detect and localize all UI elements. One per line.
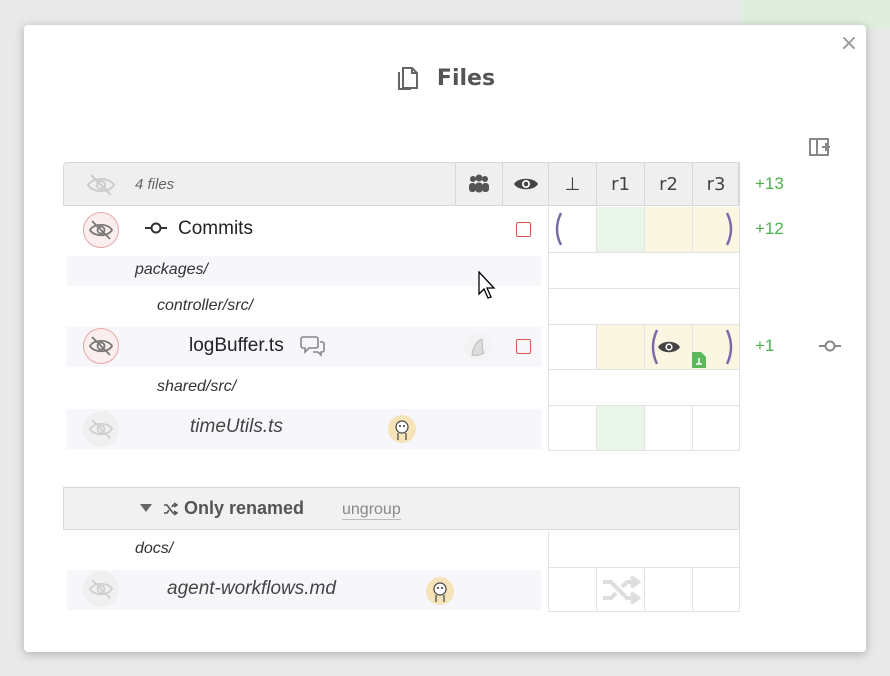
range-start-bracket bbox=[555, 212, 562, 246]
commits-r2-cell[interactable] bbox=[644, 207, 692, 253]
eye-off-icon bbox=[88, 419, 114, 439]
cursor-icon bbox=[478, 271, 496, 299]
logbuffer-changes: +1 bbox=[755, 336, 775, 355]
agent-r1-cell[interactable] bbox=[596, 568, 644, 612]
timeutils-hide-button[interactable] bbox=[83, 411, 119, 447]
viewed-column-header[interactable] bbox=[502, 162, 548, 206]
file-agent-workflows[interactable]: agent-workflows.md bbox=[167, 578, 336, 600]
total-changes: +13 bbox=[755, 174, 784, 193]
commits-label[interactable]: Commits bbox=[178, 218, 253, 240]
agent-r3-cell[interactable] bbox=[692, 568, 740, 612]
users-icon bbox=[469, 174, 489, 193]
dialog-title: Files bbox=[436, 65, 496, 91]
column-base[interactable]: ⊥ bbox=[548, 162, 596, 206]
logbuffer-viewed-checkbox[interactable] bbox=[516, 339, 531, 354]
file-timeutils[interactable]: timeUtils.ts bbox=[190, 416, 283, 438]
dir-controller-cells bbox=[548, 289, 740, 325]
dir-shared-cells bbox=[548, 370, 740, 406]
base-file-badge-icon bbox=[692, 352, 706, 368]
agent-hide-button[interactable] bbox=[83, 571, 119, 607]
timeutils-r1-cell[interactable] bbox=[596, 406, 644, 451]
eye-icon bbox=[513, 178, 538, 190]
commits-r1-cell[interactable] bbox=[596, 207, 644, 253]
agent-base-cell[interactable] bbox=[548, 568, 596, 612]
dir-controller-src[interactable]: controller/src/ bbox=[157, 297, 253, 315]
dir-packages-cells bbox=[548, 253, 740, 289]
eye-off-icon bbox=[88, 220, 114, 240]
dialog-header: Files bbox=[0, 64, 890, 96]
caret-down-icon[interactable] bbox=[139, 503, 153, 513]
file-row-bg bbox=[67, 409, 541, 449]
range-end-bracket bbox=[726, 329, 733, 365]
close-icon[interactable]: × bbox=[838, 31, 860, 57]
reviewer-avatar[interactable] bbox=[426, 577, 454, 605]
dir-docs[interactable]: docs/ bbox=[135, 540, 173, 558]
shuffle-icon bbox=[164, 502, 178, 516]
reviewers-column-header[interactable] bbox=[455, 162, 502, 206]
column-r3[interactable]: r3 bbox=[692, 162, 740, 206]
timeutils-base-cell[interactable] bbox=[548, 406, 596, 451]
ungroup-link[interactable]: ungroup bbox=[342, 501, 401, 520]
shuffle-icon bbox=[603, 575, 641, 605]
dir-shared-src[interactable]: shared/src/ bbox=[157, 378, 236, 396]
eye-icon bbox=[658, 341, 680, 353]
group-label: Only renamed bbox=[184, 498, 305, 518]
range-end-bracket bbox=[726, 212, 733, 246]
commits-changes: +12 bbox=[755, 219, 784, 238]
timeutils-r2-cell[interactable] bbox=[644, 406, 692, 451]
logbuffer-hide-button[interactable] bbox=[83, 328, 119, 364]
column-r1[interactable]: r1 bbox=[596, 162, 644, 206]
logbuffer-r1-cell[interactable] bbox=[596, 325, 644, 370]
commits-viewed-checkbox[interactable] bbox=[516, 222, 531, 237]
file-copy-icon bbox=[397, 67, 418, 90]
comments-icon[interactable] bbox=[300, 334, 326, 358]
files-count: 4 files bbox=[135, 176, 175, 193]
commit-icon[interactable] bbox=[818, 338, 842, 354]
split-panel-icon[interactable] bbox=[808, 136, 832, 158]
file-logbuffer[interactable]: logBuffer.ts bbox=[189, 335, 284, 357]
agent-r2-cell[interactable] bbox=[644, 568, 692, 612]
eye-off-icon[interactable] bbox=[85, 172, 117, 202]
reviewer-avatar[interactable] bbox=[464, 333, 492, 361]
commit-icon bbox=[145, 222, 167, 234]
commits-hide-button[interactable] bbox=[83, 212, 119, 248]
eye-off-icon bbox=[88, 579, 114, 599]
timeutils-r3-cell[interactable] bbox=[692, 406, 740, 451]
dir-packages[interactable]: packages/ bbox=[135, 261, 208, 279]
reviewer-avatar[interactable] bbox=[388, 415, 416, 443]
logbuffer-base-cell[interactable] bbox=[548, 325, 596, 370]
eye-off-icon bbox=[88, 336, 114, 356]
column-r2[interactable]: r2 bbox=[644, 162, 692, 206]
dir-docs-cells bbox=[548, 531, 740, 568]
